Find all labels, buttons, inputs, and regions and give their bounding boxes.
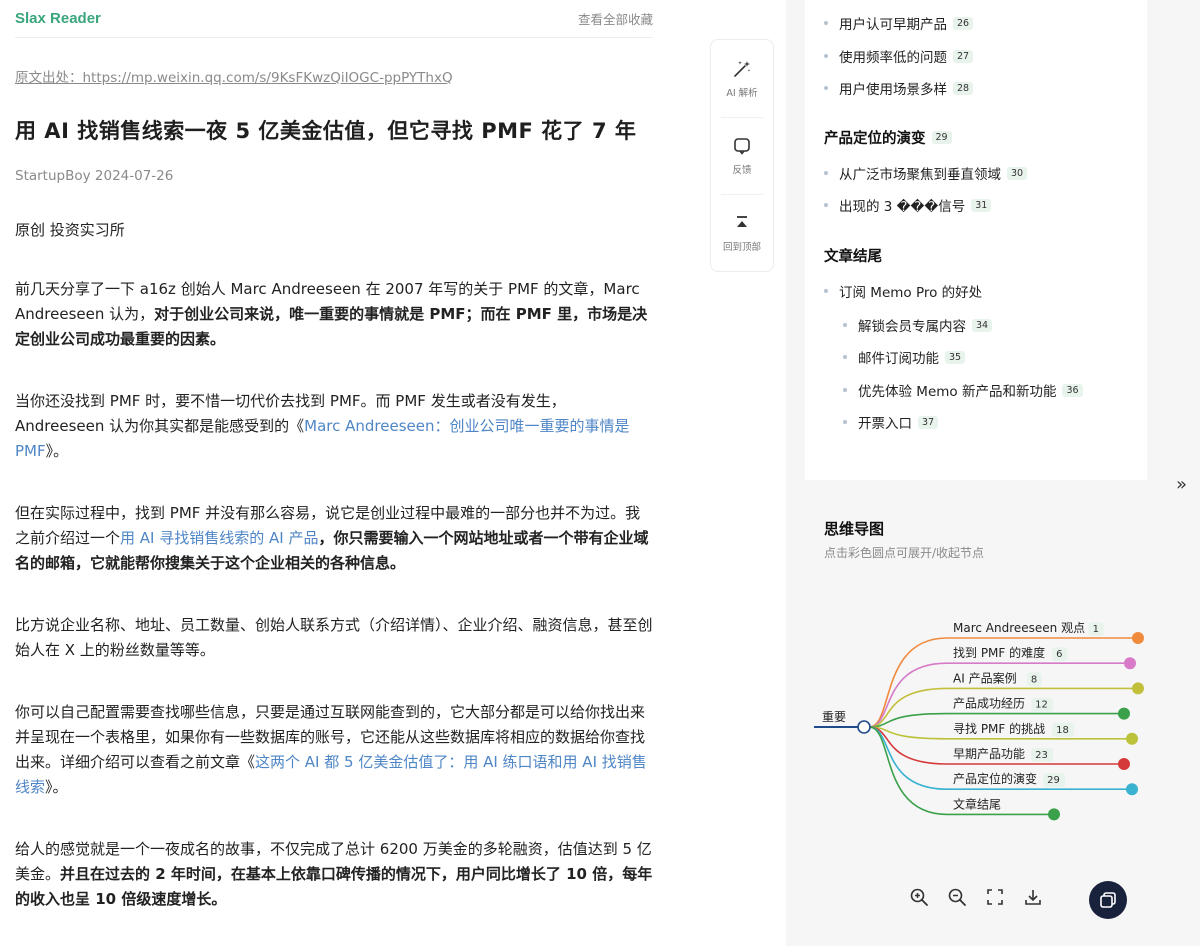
arrow-to-top-icon <box>737 216 747 227</box>
mindmap-root-label: 重要 <box>822 710 846 724</box>
outline-heading[interactable]: 文章结尾 <box>824 245 882 266</box>
mindmap-node-label: 产品定位的演变 <box>953 771 1037 786</box>
mindmap-node-count: 6 <box>1056 649 1062 660</box>
mindmap-node-label: 产品成功经历 <box>953 697 1025 711</box>
copy-floating-button[interactable] <box>1089 881 1127 919</box>
mindmap-node-label: AI 产品案例 <box>953 670 1017 685</box>
mindmap-node-count: 8 <box>1031 674 1037 685</box>
paragraph: 你可以自己配置需要查找哪些信息，只要是通过互联网能查到的，它大部分都是可以给你找… <box>15 703 647 796</box>
mindmap-node-label: Marc Andreeseen 观点 <box>953 621 1085 635</box>
all-bookmarks-link[interactable]: 查看全部收藏 <box>578 9 653 28</box>
bullet-icon <box>824 21 828 25</box>
download-icon <box>1025 890 1041 905</box>
bullet-icon <box>824 289 828 293</box>
top-bar: Slax Reader 查看全部收藏 <box>15 0 653 38</box>
mindmap-node-count: 29 <box>1047 775 1060 786</box>
mindmap: 重要 Marc Andreeseen 观点 1 找到 PMF 的难度 6 AI 产品案例 8… <box>814 621 1144 821</box>
mindmap-node-label: 找到 PMF 的难度 <box>953 645 1045 660</box>
mindmap-node-count: 23 <box>1035 750 1048 761</box>
page: Slax Reader 查看全部收藏 原文出处：https://mp.weixi… <box>0 0 1200 946</box>
outline-item[interactable]: 用户使用场景多样 28 <box>824 78 974 98</box>
inline-link[interactable]: 用 AI 寻找销售线索的 AI 产品 <box>120 529 318 547</box>
mindmap-title: 思维导图 <box>824 520 885 538</box>
article-title: 用 AI 找销售线索一夜 5 亿美金估值，但它寻找 PMF 花了 7 年 <box>15 119 637 143</box>
ai-analysis-label: AI 解析 <box>726 87 758 99</box>
brand-logo[interactable]: Slax Reader <box>15 10 101 27</box>
mindmap-node-count: 18 <box>1056 725 1069 736</box>
fullscreen-button[interactable] <box>982 884 1008 910</box>
download-button[interactable] <box>1020 884 1046 910</box>
paragraph: 当你还没找到 PMF 时，要不惜一切代价去找到 PMF。而 PMF 发生或者没有… <box>15 392 630 460</box>
mindmap-node-label: 早期产品功能 <box>953 747 1025 761</box>
back-to-top-button[interactable]: 回到顶部 <box>721 194 763 271</box>
mindmap-toggle-dot <box>1132 682 1144 695</box>
mindmap-node-label: 寻找 PMF 的挑战 <box>953 721 1045 736</box>
mindmap-branch-line <box>868 687 948 728</box>
mindmap-toggle-dot <box>1048 808 1060 821</box>
paragraph: 前几天分享了一下 a16z 创始人 Marc Andreeseen 在 2007… <box>15 280 648 348</box>
outline-subitem[interactable]: 解锁会员专属内容 34 <box>843 315 993 335</box>
copy-icon <box>1100 892 1116 908</box>
magic-wand-icon <box>734 60 751 77</box>
zoom-out-icon <box>948 888 966 906</box>
mindmap-node-count: 12 <box>1035 700 1048 711</box>
outline-subitem[interactable]: 邮件订阅功能 35 <box>843 347 966 367</box>
bullet-icon <box>843 420 847 424</box>
zoom-in-icon <box>910 888 928 906</box>
feedback-label: 反馈 <box>732 165 752 176</box>
outline-item[interactable]: 订阅 Memo Pro 的好处 <box>824 281 982 301</box>
bullet-icon <box>824 203 828 207</box>
byline: 原创 投资实习所 <box>15 221 125 239</box>
mindmap-node-label: 文章结尾 <box>953 796 1001 811</box>
outline-subitem[interactable]: 开票入口 37 <box>843 412 939 432</box>
mindmap-toggle-dot <box>1126 732 1138 745</box>
bullet-icon <box>843 355 847 359</box>
outline-item[interactable]: 从广泛市场聚焦到垂直领域 30 <box>824 163 1028 183</box>
outline-subitem[interactable]: 优先体验 Memo 新产品和新功能 36 <box>843 380 1083 400</box>
expand-panel-icon[interactable]: » <box>1176 474 1187 495</box>
mindmap-root-dot <box>857 720 871 734</box>
ai-analysis-button[interactable]: AI 解析 <box>711 40 773 117</box>
paragraph: 给人的感觉就是一个一夜成名的故事，不仅完成了总计 6200 万美金的多轮融资，估… <box>15 840 653 908</box>
paragraph: 比方说企业名称、地址、员工数量、创始人联系方式（介绍详情）、企业介绍、融资信息，… <box>15 616 653 659</box>
outline-heading[interactable]: 产品定位的演变 29 <box>824 127 952 148</box>
chat-bubble-icon <box>734 138 750 155</box>
outline-card: 用户认可早期产品 26 使用频率低的问题 27 用户使用场景多样 28 产品定位的演变… <box>805 0 1147 480</box>
bullet-icon <box>824 171 828 175</box>
bullet-icon <box>824 54 828 58</box>
back-to-top-label: 回到顶部 <box>722 242 761 253</box>
outline-item[interactable]: 用户认可早期产品 26 <box>824 13 974 33</box>
outline-item[interactable]: 使用频率低的问题 27 <box>824 46 974 66</box>
fullscreen-icon <box>987 889 1003 905</box>
mindmap-toggle-dot <box>1124 657 1136 670</box>
mindmap-node-count: 1 <box>1093 624 1099 635</box>
mindmap-branch-line <box>868 726 948 816</box>
source-link[interactable]: 原文出处：https://mp.weixin.qq.com/s/9KsFKwzQ… <box>15 70 453 86</box>
mindmap-branch-line <box>868 726 948 765</box>
mindmap-toggle-dot <box>1118 758 1130 770</box>
floating-toolbar: AI 解析 反馈 回到顶部 <box>710 39 774 272</box>
outline-item[interactable]: 出现的 3 ���信号 31 <box>824 195 992 215</box>
feedback-button[interactable]: 反馈 <box>721 117 763 194</box>
paragraph: 但在实际过程中，找到 PMF 并没有那么容易，说它是创业过程中最难的一部分也并不… <box>15 504 649 572</box>
bullet-icon <box>843 388 847 392</box>
mindmap-toggle-dot <box>1132 632 1144 644</box>
article-column: Slax Reader 查看全部收藏 原文出处：https://mp.weixi… <box>15 0 653 912</box>
author-date: StartupBoy 2024-07-26 <box>15 168 174 184</box>
zoom-out-button[interactable] <box>944 884 970 910</box>
source-line: 原文出处：https://mp.weixin.qq.com/s/9KsFKwzQ… <box>15 66 653 86</box>
mindmap-toggle-dot <box>1118 707 1130 720</box>
bullet-icon <box>843 323 847 327</box>
zoom-in-button[interactable] <box>906 884 932 910</box>
mindmap-subtitle: 点击彩色圆点可展开/收起节点 <box>824 546 985 560</box>
mindmap-toggle-dot <box>1126 783 1138 796</box>
bullet-icon <box>824 86 828 90</box>
